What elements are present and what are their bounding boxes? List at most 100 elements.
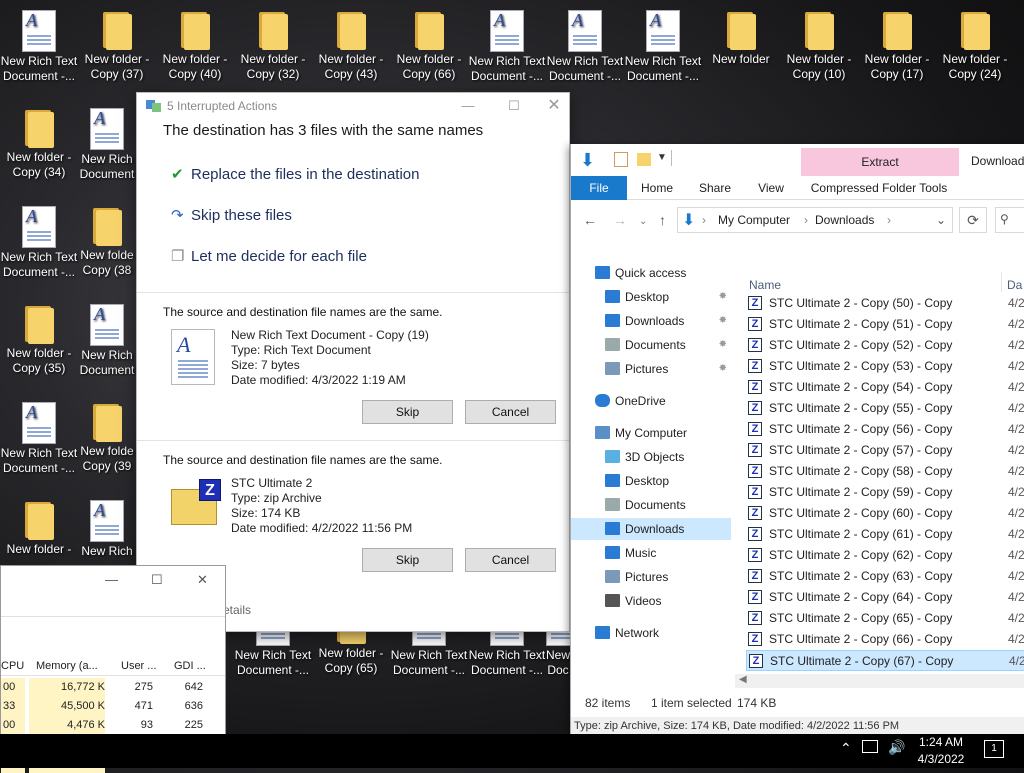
file-row[interactable]: Z STC Ultimate 2 - Copy (55) - Copy 4/2 — [746, 398, 1024, 419]
file-row[interactable]: Z STC Ultimate 2 - Copy (66) - Copy 4/2 — [746, 629, 1024, 650]
minimize-button[interactable]: — — [105, 572, 118, 587]
file-row[interactable]: Z STC Ultimate 2 - Copy (52) - Copy 4/2 — [746, 335, 1024, 356]
process-row[interactable]: 33 45,500 K 471 636 — [1, 697, 225, 716]
breadcrumb-my-computer[interactable]: My Computer — [718, 213, 790, 227]
desktop-folder[interactable]: New folder - Copy (40) — [156, 10, 234, 82]
desktop-document[interactable]: New Rich Document — [78, 108, 136, 186]
desktop-folder[interactable]: New folde Copy (39 — [78, 402, 136, 480]
tab-home[interactable]: Home — [635, 176, 679, 200]
tab-file[interactable]: File — [571, 176, 627, 200]
desktop-document[interactable]: New Rich Text Document -... — [0, 402, 78, 476]
file-row[interactable]: Z STC Ultimate 2 - Copy (57) - Copy 4/2 — [746, 440, 1024, 461]
decide-option[interactable]: ❐ Let me decide for each file — [171, 247, 367, 265]
desktop-folder[interactable]: New folder - Copy (43) — [312, 10, 390, 82]
file-row[interactable]: Z STC Ultimate 2 - Copy (63) - Copy 4/2 — [746, 566, 1024, 587]
desktop-document[interactable]: New Rich Text Document -... — [468, 10, 546, 84]
close-button[interactable]: ✕ — [531, 93, 577, 119]
file-row[interactable]: Z STC Ultimate 2 - Copy (51) - Copy 4/2 — [746, 314, 1024, 335]
column-header-name[interactable]: Name — [749, 278, 781, 292]
nav-item[interactable]: Videos — [571, 590, 731, 612]
forward-arrow-icon[interactable]: → — [613, 212, 627, 228]
nav-item[interactable]: Documents — [571, 494, 731, 516]
properties-icon[interactable] — [614, 152, 628, 167]
minimize-button[interactable]: — — [445, 93, 491, 119]
file-row[interactable]: Z STC Ultimate 2 - Copy (64) - Copy 4/2 — [746, 587, 1024, 608]
dialog-titlebar[interactable]: 5 Interrupted Actions — ☐ ✕ — [137, 93, 569, 119]
desktop-folder[interactable]: New folder - Copy (37) — [78, 10, 156, 82]
desktop-document[interactable]: New Rich Text Document -... — [624, 10, 702, 84]
desktop-document[interactable]: New Rich Text Document -... — [0, 10, 78, 84]
chevron-down-icon[interactable]: ⌄ — [936, 213, 946, 227]
nav-item[interactable]: Documents ✸ — [571, 334, 731, 356]
desktop-folder[interactable]: New folder — [702, 10, 780, 67]
skip-button[interactable]: Skip — [362, 400, 453, 424]
task-manager-titlebar[interactable]: — ☐ ✕ — [1, 566, 225, 596]
clock[interactable]: 1:24 AM 4/3/2022 — [916, 734, 966, 768]
nav-item[interactable]: Downloads ✸ — [571, 310, 731, 332]
horizontal-scrollbar[interactable]: ◀ — [735, 674, 1024, 688]
desktop-folder[interactable]: New folder - Copy (35) — [0, 304, 78, 376]
process-row[interactable]: 00 4,476 K 93 225 — [1, 716, 225, 735]
file-row[interactable]: Z STC Ultimate 2 - Copy (65) - Copy 4/2 — [746, 608, 1024, 629]
extract-context-tab[interactable]: Extract — [801, 148, 959, 176]
cancel-button[interactable]: Cancel — [465, 548, 556, 572]
file-row[interactable]: Z STC Ultimate 2 - Copy (58) - Copy 4/2 — [746, 461, 1024, 482]
nav-item[interactable]: OneDrive — [571, 390, 731, 412]
file-row[interactable]: Z STC Ultimate 2 - Copy (67) - Copy 4/2 — [746, 650, 1024, 671]
nav-item[interactable]: Downloads — [571, 518, 731, 540]
details-toggle[interactable]: etails — [223, 603, 251, 617]
file-row[interactable]: Z STC Ultimate 2 - Copy (54) - Copy 4/2 — [746, 377, 1024, 398]
nav-item[interactable]: Pictures ✸ — [571, 358, 731, 380]
file-row[interactable]: Z STC Ultimate 2 - Copy (56) - Copy 4/2 — [746, 419, 1024, 440]
desktop-document[interactable]: New Rich Document — [78, 304, 136, 382]
column-header-cpu[interactable]: CPU — [1, 660, 24, 672]
tab-view[interactable]: View — [751, 176, 791, 200]
recent-locations-icon[interactable]: ⌄ — [639, 216, 647, 227]
desktop-document[interactable]: New Rich Text Document -... — [546, 10, 624, 84]
desktop-folder[interactable]: New folder - — [0, 500, 78, 557]
file-row[interactable]: Z STC Ultimate 2 - Copy (50) - Copy 4/2 — [746, 293, 1024, 314]
column-header-date[interactable]: Da — [1007, 278, 1022, 292]
nav-item[interactable]: Music — [571, 542, 731, 564]
column-divider[interactable] — [1001, 272, 1002, 292]
nav-item[interactable]: Desktop ✸ — [571, 286, 731, 308]
tab-compressed-folder-tools[interactable]: Compressed Folder Tools — [803, 176, 955, 200]
network-icon[interactable] — [862, 740, 878, 753]
column-header-user[interactable]: User ... — [121, 660, 156, 672]
column-header-gdi[interactable]: GDI ... — [174, 660, 206, 672]
new-folder-icon[interactable] — [637, 153, 651, 166]
breadcrumb-downloads[interactable]: Downloads — [815, 213, 874, 227]
file-row[interactable]: Z STC Ultimate 2 - Copy (61) - Copy 4/2 — [746, 524, 1024, 545]
up-arrow-icon[interactable]: ↑ — [659, 212, 666, 228]
process-row[interactable]: 00 16,772 K 275 642 — [1, 678, 225, 697]
desktop-folder[interactable]: New folder - Copy (34) — [0, 108, 78, 180]
replace-option[interactable]: ✔ Replace the files in the destination — [171, 165, 419, 183]
desktop-folder[interactable]: New folder - Copy (17) — [858, 10, 936, 82]
file-row[interactable]: Z STC Ultimate 2 - Copy (62) - Copy 4/2 — [746, 545, 1024, 566]
desktop-folder[interactable]: New folder - Copy (32) — [234, 10, 312, 82]
desktop-folder[interactable]: New folder - Copy (10) — [780, 10, 858, 82]
desktop-folder[interactable]: New folder - Copy (66) — [390, 10, 468, 82]
nav-item[interactable]: My Computer — [571, 422, 731, 444]
skip-button[interactable]: Skip — [362, 548, 453, 572]
cancel-button[interactable]: Cancel — [465, 400, 556, 424]
nav-item[interactable]: Quick access — [571, 262, 731, 284]
customize-toolbar-icon[interactable]: ▼ — [657, 152, 667, 163]
search-input[interactable]: ⚲ — [995, 207, 1024, 233]
column-header-memory[interactable]: Memory (a... — [36, 660, 98, 672]
nav-item[interactable]: Pictures — [571, 566, 731, 588]
desktop-folder[interactable]: New folder - Copy (24) — [936, 10, 1014, 82]
refresh-button[interactable]: ⟳ — [959, 207, 987, 233]
download-arrow-icon[interactable]: ⬇ — [580, 150, 595, 171]
notifications-icon[interactable]: 1 — [984, 740, 1004, 758]
nav-item[interactable]: 3D Objects — [571, 446, 731, 468]
close-button[interactable]: ✕ — [197, 572, 208, 588]
address-bar[interactable]: ⬇ › My Computer › Downloads › ⌄ — [677, 207, 953, 233]
back-arrow-icon[interactable]: ← — [583, 212, 597, 228]
desktop-document[interactable]: New Rich Text Document -... — [0, 206, 78, 280]
show-hidden-icons-icon[interactable]: ⌃ — [840, 740, 852, 757]
volume-icon[interactable]: 🔊 — [888, 739, 905, 756]
desktop-folder[interactable]: New folde Copy (38 — [78, 206, 136, 284]
file-row[interactable]: Z STC Ultimate 2 - Copy (53) - Copy 4/2 — [746, 356, 1024, 377]
maximize-button[interactable]: ☐ — [151, 572, 163, 588]
